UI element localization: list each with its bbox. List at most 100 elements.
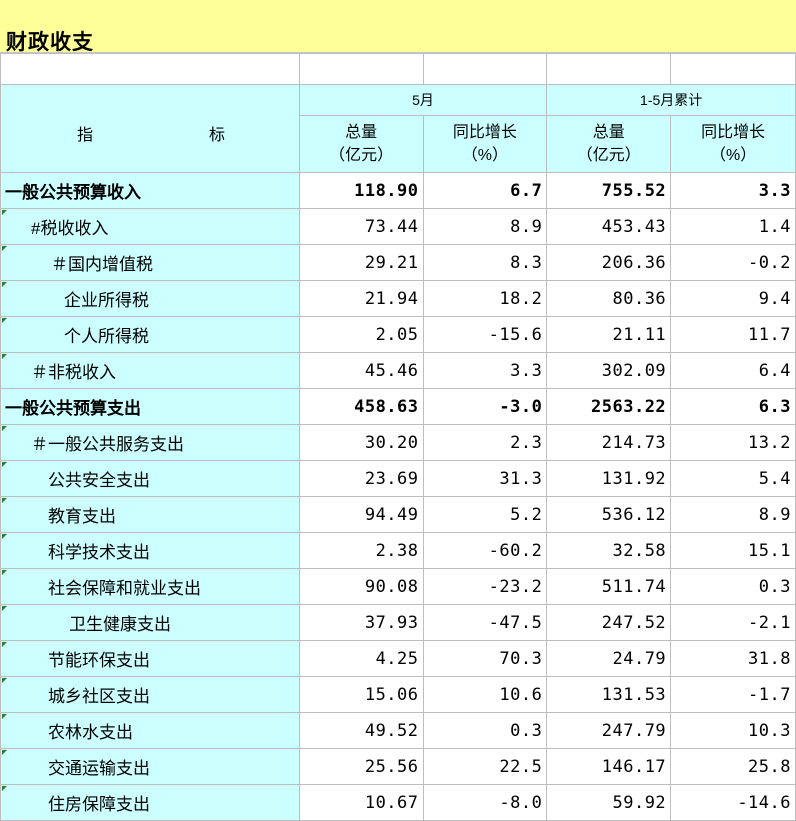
cumulative-total-cell[interactable]: 131.53 [546, 676, 672, 713]
cumulative-total-cell[interactable]: 214.73 [546, 424, 672, 461]
row-label[interactable]: ＃非税收入 [0, 352, 300, 389]
cumulative-growth-cell[interactable]: -2.1 [670, 604, 796, 641]
month-total-cell[interactable]: 30.20 [298, 424, 424, 461]
month-total-cell[interactable]: 25.56 [298, 748, 424, 785]
row-label[interactable]: #税收收入 [0, 208, 300, 245]
row-label[interactable]: 公共安全支出 [0, 460, 300, 497]
row-label[interactable]: 个人所得税 [0, 316, 300, 353]
cell[interactable] [670, 53, 796, 85]
period-cumulative-header[interactable]: 1-5月累计 [546, 84, 796, 116]
month-growth-cell[interactable]: 0.3 [422, 712, 548, 749]
row-label[interactable]: 科学技术支出 [0, 532, 300, 569]
month-growth-cell[interactable]: 10.6 [422, 676, 548, 713]
cumulative-total-cell[interactable]: 453.43 [546, 208, 672, 245]
cumulative-growth-cell[interactable]: 6.4 [670, 352, 796, 389]
cumulative-total-cell[interactable]: 755.52 [546, 172, 672, 209]
month-growth-header[interactable]: 同比增长 （%） [422, 115, 548, 173]
month-growth-cell[interactable]: -60.2 [422, 532, 548, 569]
row-label[interactable]: 节能环保支出 [0, 640, 300, 677]
row-label[interactable]: 教育支出 [0, 496, 300, 533]
cumulative-total-cell[interactable]: 21.11 [546, 316, 672, 353]
cumulative-growth-cell[interactable]: 1.4 [670, 208, 796, 245]
month-growth-cell[interactable]: 3.3 [422, 352, 548, 389]
cumulative-total-cell[interactable]: 247.52 [546, 604, 672, 641]
month-total-cell[interactable]: 29.21 [298, 244, 424, 281]
cumulative-total-cell[interactable]: 247.79 [546, 712, 672, 749]
row-label[interactable]: 农林水支出 [0, 712, 300, 749]
cumulative-total-cell[interactable]: 59.92 [546, 784, 672, 821]
row-label[interactable]: 一般公共预算收入 [0, 172, 300, 209]
cumulative-growth-cell[interactable]: 5.4 [670, 460, 796, 497]
cumulative-total-cell[interactable]: 24.79 [546, 640, 672, 677]
month-growth-cell[interactable]: 22.5 [422, 748, 548, 785]
cumulative-growth-cell[interactable]: 9.4 [670, 280, 796, 317]
cumulative-growth-cell[interactable]: 15.1 [670, 532, 796, 569]
row-label[interactable]: ＃一般公共服务支出 [0, 424, 300, 461]
month-total-cell[interactable]: 21.94 [298, 280, 424, 317]
month-total-cell[interactable]: 2.05 [298, 316, 424, 353]
month-total-cell[interactable]: 45.46 [298, 352, 424, 389]
month-growth-cell[interactable]: 5.2 [422, 496, 548, 533]
cumulative-growth-cell[interactable]: 25.8 [670, 748, 796, 785]
cell[interactable] [0, 53, 300, 85]
cell[interactable] [546, 53, 672, 85]
month-total-cell[interactable]: 15.06 [298, 676, 424, 713]
cumulative-growth-header[interactable]: 同比增长 （%） [670, 115, 796, 173]
month-growth-cell[interactable]: -15.6 [422, 316, 548, 353]
row-label[interactable]: ＃国内增值税 [0, 244, 300, 281]
row-label[interactable]: 企业所得税 [0, 280, 300, 317]
cumulative-total-cell[interactable]: 32.58 [546, 532, 672, 569]
cumulative-total-cell[interactable]: 80.36 [546, 280, 672, 317]
month-total-cell[interactable]: 118.90 [298, 172, 424, 209]
row-label[interactable]: 卫生健康支出 [0, 604, 300, 641]
month-growth-cell[interactable]: 2.3 [422, 424, 548, 461]
month-growth-cell[interactable]: 8.9 [422, 208, 548, 245]
cumulative-growth-cell[interactable]: 11.7 [670, 316, 796, 353]
month-total-cell[interactable]: 2.38 [298, 532, 424, 569]
cumulative-growth-cell[interactable]: 31.8 [670, 640, 796, 677]
month-total-header[interactable]: 总量 （亿元） [298, 115, 424, 173]
month-growth-cell[interactable]: 6.7 [422, 172, 548, 209]
month-growth-cell[interactable]: 70.3 [422, 640, 548, 677]
cumulative-growth-cell[interactable]: -14.6 [670, 784, 796, 821]
month-growth-cell[interactable]: 18.2 [422, 280, 548, 317]
row-label[interactable]: 交通运输支出 [0, 748, 300, 785]
month-total-cell[interactable]: 49.52 [298, 712, 424, 749]
cumulative-growth-cell[interactable]: 0.3 [670, 568, 796, 605]
month-total-cell[interactable]: 37.93 [298, 604, 424, 641]
cumulative-total-cell[interactable]: 511.74 [546, 568, 672, 605]
cumulative-total-cell[interactable]: 206.36 [546, 244, 672, 281]
row-label[interactable]: 城乡社区支出 [0, 676, 300, 713]
period-month-header[interactable]: 5月 [298, 84, 548, 116]
cumulative-growth-cell[interactable]: 10.3 [670, 712, 796, 749]
month-growth-cell[interactable]: -3.0 [422, 388, 548, 425]
cumulative-growth-cell[interactable]: 13.2 [670, 424, 796, 461]
month-total-cell[interactable]: 73.44 [298, 208, 424, 245]
row-label[interactable]: 社会保障和就业支出 [0, 568, 300, 605]
cumulative-total-header[interactable]: 总量 （亿元） [546, 115, 672, 173]
month-growth-cell[interactable]: 31.3 [422, 460, 548, 497]
month-total-cell[interactable]: 458.63 [298, 388, 424, 425]
row-label[interactable]: 一般公共预算支出 [0, 388, 300, 425]
cumulative-growth-cell[interactable]: 3.3 [670, 172, 796, 209]
cumulative-growth-cell[interactable]: 6.3 [670, 388, 796, 425]
month-total-cell[interactable]: 94.49 [298, 496, 424, 533]
month-growth-cell[interactable]: -8.0 [422, 784, 548, 821]
cumulative-total-cell[interactable]: 146.17 [546, 748, 672, 785]
month-total-cell[interactable]: 90.08 [298, 568, 424, 605]
cell[interactable] [298, 53, 424, 85]
cumulative-total-cell[interactable]: 131.92 [546, 460, 672, 497]
row-label[interactable]: 住房保障支出 [0, 784, 300, 821]
cumulative-total-cell[interactable]: 536.12 [546, 496, 672, 533]
cumulative-growth-cell[interactable]: -0.2 [670, 244, 796, 281]
month-growth-cell[interactable]: -23.2 [422, 568, 548, 605]
cell[interactable] [422, 53, 548, 85]
indicator-header-cell[interactable]: 指 标 [0, 84, 300, 173]
month-total-cell[interactable]: 23.69 [298, 460, 424, 497]
cumulative-growth-cell[interactable]: 8.9 [670, 496, 796, 533]
cumulative-total-cell[interactable]: 2563.22 [546, 388, 672, 425]
month-total-cell[interactable]: 10.67 [298, 784, 424, 821]
cumulative-growth-cell[interactable]: -1.7 [670, 676, 796, 713]
month-total-cell[interactable]: 4.25 [298, 640, 424, 677]
month-growth-cell[interactable]: -47.5 [422, 604, 548, 641]
